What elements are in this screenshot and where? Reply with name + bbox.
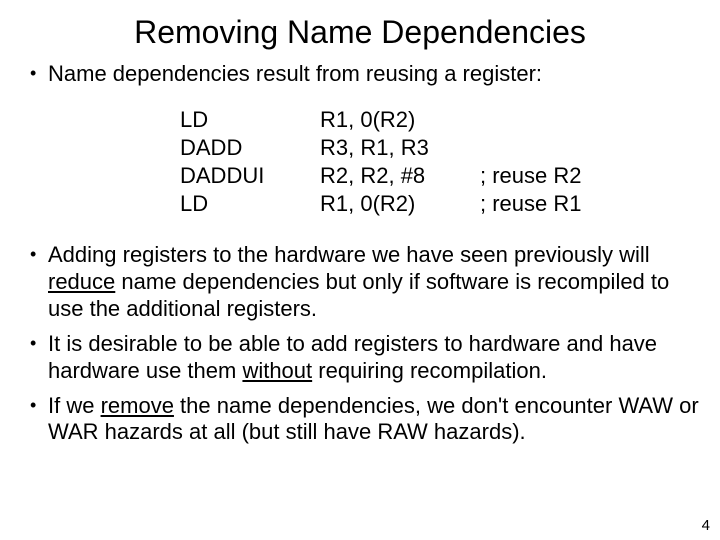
bullet-item: • It is desirable to be able to add regi… [30,331,700,385]
code-args: R2, R2, #8 [320,162,480,190]
bullet-dot: • [30,331,48,385]
text-span: name dependencies but only if software i… [48,269,669,321]
slide-title: Removing Name Dependencies [0,0,720,61]
code-block: LD R1, 0(R2) DADD R3, R1, R3 DADDUI R2, … [180,106,700,219]
page-number: 4 [702,517,710,534]
code-args: R1, 0(R2) [320,106,480,134]
code-op: DADD [180,134,320,162]
code-op: LD [180,106,320,134]
bullet-dot: • [30,242,48,322]
bullet-dot: • [30,393,48,447]
code-args: R3, R1, R3 [320,134,480,162]
bullet-item: • Adding registers to the hardware we ha… [30,242,700,322]
bullet-item: • Name dependencies result from reusing … [30,61,700,88]
text-span: requiring recompilation. [312,358,547,383]
code-row: DADD R3, R1, R3 [180,134,700,162]
text-underline: without [242,358,312,383]
bullet-text: Adding registers to the hardware we have… [48,242,700,322]
code-op: DADDUI [180,162,320,190]
code-args: R1, 0(R2) [320,190,480,218]
text-underline: remove [101,393,174,418]
code-cmt: ; reuse R2 [480,162,700,190]
code-cmt [480,134,700,162]
slide: Removing Name Dependencies • Name depend… [0,0,720,540]
code-row: LD R1, 0(R2) ; reuse R1 [180,190,700,218]
bullet-text: Name dependencies result from reusing a … [48,61,700,88]
code-op: LD [180,190,320,218]
code-cmt [480,106,700,134]
bullet-text: If we remove the name dependencies, we d… [48,393,700,447]
text-span: Adding registers to the hardware we have… [48,242,650,267]
code-row: LD R1, 0(R2) [180,106,700,134]
bullet-dot: • [30,61,48,88]
code-row: DADDUI R2, R2, #8 ; reuse R2 [180,162,700,190]
code-cmt: ; reuse R1 [480,190,700,218]
bullet-item: • If we remove the name dependencies, we… [30,393,700,447]
text-span: If we [48,393,101,418]
bullet-text: It is desirable to be able to add regist… [48,331,700,385]
text-underline: reduce [48,269,115,294]
bullet-list: • Name dependencies result from reusing … [0,61,720,446]
